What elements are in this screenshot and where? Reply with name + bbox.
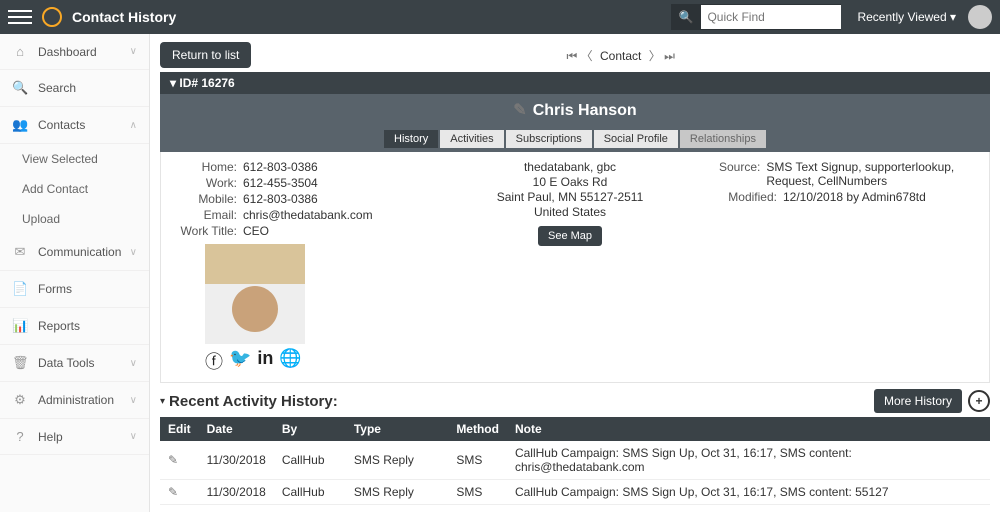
sidebar-icon: 🔍 <box>12 80 28 96</box>
sidebar-icon: 📄 <box>12 281 28 297</box>
address-line2: Saint Paul, MN 55127-2511 <box>421 190 719 204</box>
col-method: Method <box>448 417 507 441</box>
sidebar-item-communication[interactable]: ✉Communication∨ <box>0 234 149 271</box>
sidebar-icon: ⚙ <box>12 392 28 408</box>
twitter-icon[interactable]: 🐦 <box>229 348 251 374</box>
org-name: thedatabank, gbc <box>421 160 719 174</box>
recently-viewed-dropdown[interactable]: Recently Viewed ▾ <box>857 10 956 24</box>
user-avatar[interactable] <box>968 5 992 29</box>
chevron-icon: ∨ <box>130 431 137 442</box>
table-row: ✎11/30/2018CallHubSMS ReplySMSCallHub Ca… <box>160 505 990 512</box>
facebook-icon[interactable]: ⓕ <box>205 348 223 374</box>
phone-home: 612-803-0386 <box>243 160 318 174</box>
chevron-icon: ∧ <box>130 120 137 131</box>
more-history-button[interactable]: More History <box>874 389 962 413</box>
chevron-icon: ∨ <box>130 247 137 258</box>
chevron-icon: ∨ <box>130 46 137 57</box>
sidebar-item-administration[interactable]: ⚙Administration∨ <box>0 382 149 419</box>
sidebar-item-dashboard[interactable]: ⌂Dashboard∨ <box>0 34 149 70</box>
work-title: CEO <box>243 224 269 238</box>
recent-history-title: Recent Activity History: <box>169 393 338 410</box>
phone-work: 612-455-3504 <box>243 176 318 190</box>
sidebar-sub-upload[interactable]: Upload <box>0 204 149 234</box>
col-note: Note <box>507 417 990 441</box>
edit-icon[interactable]: ✎ <box>513 102 526 119</box>
col-by: By <box>274 417 346 441</box>
collapse-icon[interactable]: ▾ <box>160 396 165 407</box>
sidebar-item-help[interactable]: ?Help∨ <box>0 419 149 455</box>
tab-activities[interactable]: Activities <box>440 130 503 148</box>
add-activity-button[interactable]: + <box>968 390 990 412</box>
sidebar-icon: ? <box>12 429 28 444</box>
tab-history[interactable]: History <box>384 130 438 148</box>
tab-relationships[interactable]: Relationships <box>680 130 766 148</box>
sidebar-item-search[interactable]: 🔍Search <box>0 70 149 107</box>
return-to-list-button[interactable]: Return to list <box>160 42 251 68</box>
sidebar-item-contacts[interactable]: 👥Contacts∧ <box>0 107 149 144</box>
sidebar-item-reports[interactable]: 📊Reports <box>0 308 149 345</box>
pager-last-icon[interactable]: ⏭ <box>664 49 675 63</box>
edit-row-icon[interactable]: ✎ <box>168 453 178 467</box>
col-edit: Edit <box>160 417 199 441</box>
tab-social-profile[interactable]: Social Profile <box>594 130 678 148</box>
app-logo <box>42 7 62 27</box>
page-title: Contact History <box>72 9 176 25</box>
sidebar-icon: 👥 <box>12 117 28 133</box>
table-row: ✎11/30/2018CallHubSMS ReplySMSCallHub Ca… <box>160 480 990 505</box>
edit-row-icon[interactable]: ✎ <box>168 485 178 499</box>
contact-photo <box>205 244 305 344</box>
activity-table: EditDateByTypeMethodNote ✎11/30/2018Call… <box>160 417 990 512</box>
sidebar-sub-add-contact[interactable]: Add Contact <box>0 174 149 204</box>
table-row: ✎11/30/2018CallHubSMS ReplySMSCallHub Ca… <box>160 441 990 480</box>
linkedin-icon[interactable]: in <box>257 348 273 374</box>
modified-value: 12/10/2018 by Admin678td <box>783 190 926 204</box>
col-date: Date <box>199 417 274 441</box>
chevron-icon: ∨ <box>130 358 137 369</box>
sidebar-icon: ✉ <box>12 244 28 260</box>
contact-tabs: HistoryActivitiesSubscriptionsSocial Pro… <box>160 126 990 152</box>
search-icon: 🔍 <box>671 4 702 30</box>
menu-toggle[interactable] <box>8 6 32 28</box>
pager-first-icon[interactable]: ⏮ <box>566 49 577 63</box>
pager-next-icon[interactable]: 〉 <box>649 49 661 63</box>
address-country: United States <box>421 205 719 219</box>
record-pager: ⏮ 〈 Contact 〉 ⏭ <box>251 47 990 64</box>
sidebar-sub-view-selected[interactable]: View Selected <box>0 144 149 174</box>
contact-name-bar: ✎Chris Hanson <box>160 94 990 126</box>
col-type: Type <box>346 417 448 441</box>
see-map-button[interactable]: See Map <box>538 226 602 246</box>
phone-mobile: 612-803-0386 <box>243 192 318 206</box>
source-value: SMS Text Signup, supporterlookup, Reques… <box>766 160 979 188</box>
sidebar-item-forms[interactable]: 📄Forms <box>0 271 149 308</box>
pager-prev-icon[interactable]: 〈 <box>581 49 593 63</box>
sidebar-icon: 📊 <box>12 318 28 334</box>
sidebar-item-data-tools[interactable]: 🗑Data Tools∨ <box>0 345 149 382</box>
sidebar: ⌂Dashboard∨🔍Search👥Contacts∧View Selecte… <box>0 34 150 512</box>
contact-id-bar: ▾ ID# 16276 <box>160 72 990 94</box>
globe-icon[interactable]: 🌐 <box>279 348 301 374</box>
tab-subscriptions[interactable]: Subscriptions <box>506 130 592 148</box>
quick-find-input[interactable] <box>701 5 841 29</box>
sidebar-icon: ⌂ <box>12 44 28 59</box>
chevron-icon: ∨ <box>130 395 137 406</box>
address-line1: 10 E Oaks Rd <box>421 175 719 189</box>
email: chris@thedatabank.com <box>243 208 373 222</box>
sidebar-icon: 🗑 <box>12 355 28 371</box>
